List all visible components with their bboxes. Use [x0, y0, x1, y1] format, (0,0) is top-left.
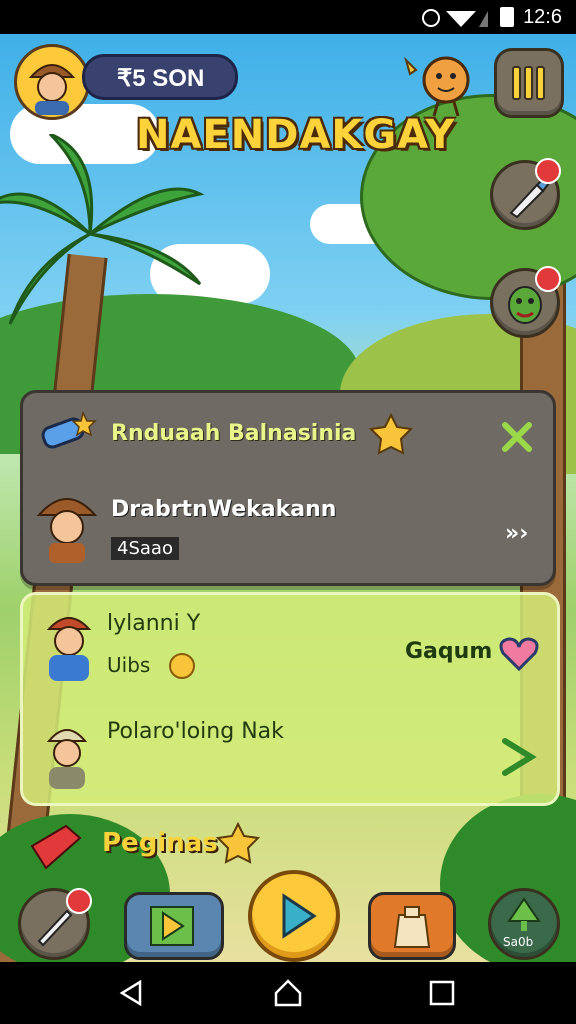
- recent-icon[interactable]: [428, 979, 456, 1007]
- quest-row1-name: lylanni Y: [107, 611, 201, 636]
- play-icon: [282, 893, 317, 939]
- notification-badge: [535, 266, 561, 292]
- rocket-icon: [41, 410, 97, 449]
- notification-badge: [535, 158, 561, 184]
- nav-bar: [0, 962, 576, 1024]
- back-icon[interactable]: [116, 978, 146, 1008]
- video-button[interactable]: [124, 892, 224, 960]
- coin-icon: [169, 653, 195, 679]
- quest-row2-label: Polaro'loing Nak: [107, 719, 284, 744]
- panel-row2-name: DrabrtnWekakann: [111, 497, 337, 522]
- quest-panel: lylanni Y Uibs Gaqum Polaro'loing Nak: [20, 592, 560, 806]
- quest-row1-action[interactable]: Gaqum: [405, 639, 492, 664]
- chevrons-icon: »›: [505, 521, 529, 546]
- pause-button[interactable]: [494, 48, 564, 118]
- explorer-avatar: [36, 498, 98, 563]
- more-button[interactable]: »›: [505, 521, 528, 546]
- close-button[interactable]: [497, 417, 537, 457]
- palm-leaves: [0, 134, 205, 325]
- star-badge-icon: [216, 822, 260, 864]
- home-icon[interactable]: [272, 977, 304, 1009]
- heart-icon[interactable]: [499, 635, 539, 673]
- tree-button[interactable]: Sa0b: [488, 888, 560, 960]
- video-play-icon: [150, 906, 194, 946]
- coin-count: ₹5 SON: [117, 65, 205, 92]
- info-panel: Rnduaah Balnasinia DrabrtnWekakann 4Saao…: [20, 390, 556, 586]
- quest-row1-sub: Uibs: [107, 653, 151, 677]
- coin-counter[interactable]: ₹5 SON: [82, 54, 238, 100]
- character-avatar: [46, 617, 92, 681]
- bag-icon: [393, 906, 431, 948]
- notification-badge: [66, 888, 92, 914]
- section-label: Peginas: [102, 828, 218, 858]
- character-avatar: [46, 729, 88, 789]
- crystal-icon: [30, 824, 82, 870]
- close-icon: [502, 422, 532, 452]
- panel-row1-label: Rnduaah Balnasinia: [111, 421, 357, 446]
- battery-icon: [500, 7, 514, 27]
- monster-icon: [403, 56, 470, 117]
- status-icons: [422, 9, 488, 27]
- next-button[interactable]: [497, 735, 539, 779]
- player-avatar[interactable]: [14, 44, 90, 120]
- star-badge-icon: [369, 413, 413, 455]
- status-time: 12:6: [523, 6, 562, 28]
- arrow-right-icon: [502, 738, 537, 776]
- tree-button-label: Sa0b: [503, 935, 534, 949]
- bag-button[interactable]: [368, 892, 456, 960]
- status-bar: 12:6: [0, 0, 576, 34]
- play-button[interactable]: [248, 870, 340, 962]
- pause-icon: [512, 66, 545, 100]
- panel-row2-value: 4Saao: [111, 537, 179, 560]
